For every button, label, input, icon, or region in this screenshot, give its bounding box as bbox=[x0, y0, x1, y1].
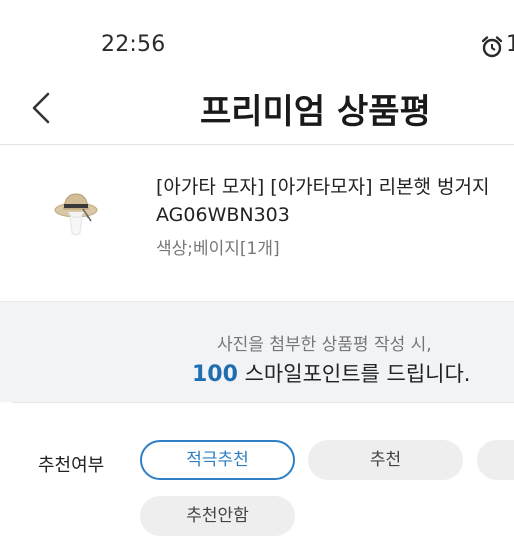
reward-text: 스마일포인트를 드립니다. bbox=[237, 362, 471, 386]
product-option: 색상;베이지[1개] bbox=[156, 239, 280, 259]
page-title: 프리미엄 상품평 bbox=[200, 92, 431, 132]
product-name: [아가타 모자] [아가타모자] 리본햇 벙거지 bbox=[156, 176, 490, 198]
recommend-option-recommend[interactable]: 추천 bbox=[308, 440, 463, 480]
notice-reward: 100 스마일포인트를 드립니다. bbox=[192, 358, 470, 388]
recommend-label: 추천여부 bbox=[38, 455, 105, 476]
product-code: AG06WBN303 bbox=[156, 204, 290, 226]
app-header: 프리미엄 상품평 bbox=[0, 78, 514, 145]
photo-review-notice: 사진을 첨부한 상품평 작성 시, 100 스마일포인트를 드립니다. bbox=[0, 302, 514, 402]
reward-points: 100 bbox=[192, 362, 238, 387]
notice-text: 사진을 첨부한 상품평 작성 시, bbox=[217, 335, 432, 355]
alarm-icon bbox=[481, 36, 503, 58]
product-thumbnail bbox=[54, 193, 98, 236]
recommend-option-partial[interactable] bbox=[477, 440, 514, 480]
recommend-option-not-recommend[interactable]: 추천안함 bbox=[140, 496, 295, 536]
chevron-left-icon[interactable] bbox=[22, 88, 62, 128]
status-cut-text: 1 bbox=[506, 32, 514, 57]
status-bar: 22:56 1 bbox=[0, 0, 514, 78]
status-time: 22:56 bbox=[101, 32, 166, 57]
recommend-option-strong[interactable]: 적극추천 bbox=[140, 440, 295, 480]
recommend-section: 추천여부 적극추천 추천 추천안함 bbox=[12, 402, 514, 536]
product-info: [아가타 모자] [아가타모자] 리본햇 벙거지 AG06WBN303 색상;베… bbox=[0, 145, 514, 302]
